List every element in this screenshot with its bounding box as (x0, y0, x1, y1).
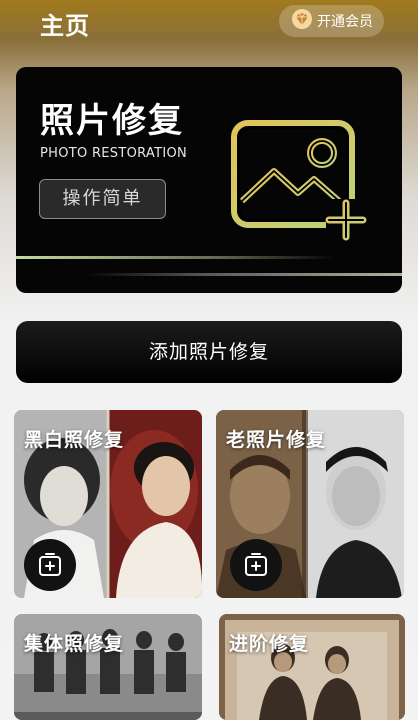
hero-title: 照片修复 (40, 101, 184, 141)
hero-subtitle: PHOTO RESTORATION (40, 146, 188, 161)
hero-tag: 操作简单 (39, 179, 166, 219)
diamond-icon (291, 8, 313, 34)
add-photo-button[interactable]: 添加照片修复 (16, 321, 402, 383)
page-title: 主页 (40, 12, 90, 40)
hero-banner[interactable]: 照片修复 PHOTO RESTORATION 操作简单 (16, 67, 402, 293)
card-advanced-restore[interactable]: 进阶修复 (219, 614, 405, 720)
card-label: 集体照修复 (24, 633, 125, 655)
top-bar: 主页 开通会员 (0, 0, 418, 44)
card-label: 黑白照修复 (24, 429, 125, 451)
card-label: 进阶修复 (229, 633, 310, 655)
image-add-icon (231, 120, 367, 241)
card-old-photo-restore[interactable]: 老照片修复 (216, 410, 404, 598)
hero-decoration-line (86, 273, 402, 276)
add-photo-icon[interactable] (230, 539, 282, 591)
card-group-photo-restore[interactable]: 集体照修复 (14, 614, 202, 720)
hero-decoration-line (16, 256, 336, 259)
add-photo-icon[interactable] (24, 539, 76, 591)
vip-button[interactable]: 开通会员 (279, 5, 384, 37)
card-bw-restore[interactable]: 黑白照修复 (14, 410, 202, 598)
vip-label: 开通会员 (317, 14, 373, 30)
card-label: 老照片修复 (226, 429, 327, 451)
